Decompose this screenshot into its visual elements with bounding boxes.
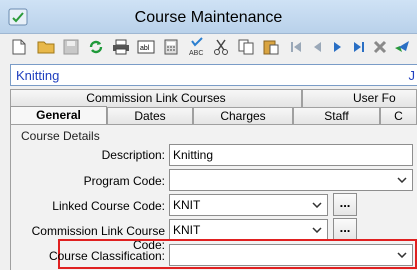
field-icon[interactable]: abl xyxy=(137,38,155,56)
toolbar: abl ABC xyxy=(0,34,417,60)
refresh-icon[interactable] xyxy=(87,38,105,56)
paste-icon[interactable] xyxy=(262,38,280,56)
linked-course-code-value: KNIT xyxy=(173,198,201,212)
open-icon[interactable] xyxy=(37,38,55,56)
tab-general[interactable]: General xyxy=(10,106,107,125)
chevron-down-icon[interactable] xyxy=(394,247,410,263)
delete-icon[interactable] xyxy=(371,38,389,56)
commission-link-course-code-lookup-button[interactable]: ... xyxy=(333,218,357,241)
goto-icon[interactable] xyxy=(394,38,412,56)
description-field[interactable]: Knitting xyxy=(169,144,413,166)
description-label: Description: xyxy=(101,148,165,162)
program-code-label: Program Code: xyxy=(83,174,165,188)
print-icon[interactable] xyxy=(112,38,130,56)
chevron-down-icon[interactable] xyxy=(394,172,410,188)
previous-record-icon[interactable] xyxy=(308,38,326,56)
next-record-icon[interactable] xyxy=(329,38,347,56)
record-bar: Knitting J xyxy=(10,64,417,86)
record-name: Knitting xyxy=(16,68,60,83)
tab-user-fields[interactable]: User Fo xyxy=(302,89,417,107)
tab-more[interactable]: C xyxy=(380,107,417,125)
linked-course-code-label: Linked Course Code: xyxy=(52,199,165,213)
tab-commission-link-courses[interactable]: Commission Link Courses xyxy=(10,89,302,107)
spellcheck-label: ABC xyxy=(189,50,203,57)
chevron-down-icon[interactable] xyxy=(309,222,325,238)
spellcheck-icon[interactable]: ABC xyxy=(187,37,207,57)
svg-text:abl: abl xyxy=(140,45,150,52)
linked-course-code-select[interactable]: KNIT xyxy=(169,194,328,216)
tab-dates[interactable]: Dates xyxy=(107,107,193,125)
section-course-details: Course Details xyxy=(21,129,100,143)
course-classification-select[interactable] xyxy=(169,244,413,266)
commission-link-course-code-select[interactable]: KNIT xyxy=(169,219,328,241)
calculator-icon[interactable] xyxy=(162,38,180,56)
description-value: Knitting xyxy=(173,148,214,162)
tab-charges[interactable]: Charges xyxy=(193,107,293,125)
save-icon[interactable] xyxy=(62,38,80,56)
last-record-icon[interactable] xyxy=(350,38,368,56)
title-bar: Course Maintenance xyxy=(0,0,417,34)
new-icon[interactable] xyxy=(10,38,28,56)
commission-link-course-code-value: KNIT xyxy=(173,223,201,237)
cut-icon[interactable] xyxy=(212,38,230,56)
record-code: J xyxy=(408,68,416,83)
linked-course-code-lookup-button[interactable]: ... xyxy=(333,193,357,216)
window-title: Course Maintenance xyxy=(134,9,283,26)
course-classification-label: Course Classification: xyxy=(48,249,165,263)
tab-staff[interactable]: Staff xyxy=(293,107,380,125)
chevron-down-icon[interactable] xyxy=(309,197,325,213)
program-code-select[interactable] xyxy=(169,169,413,191)
copy-icon[interactable] xyxy=(237,38,255,56)
first-record-icon[interactable] xyxy=(287,38,305,56)
